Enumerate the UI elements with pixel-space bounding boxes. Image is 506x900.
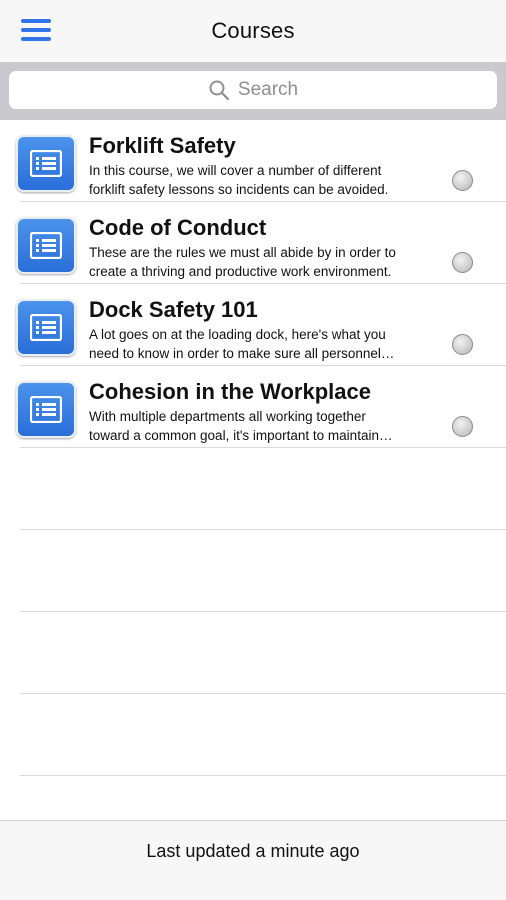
menu-line xyxy=(21,37,51,41)
completion-radio[interactable] xyxy=(452,416,473,437)
list-document-icon xyxy=(16,381,76,438)
course-row-forklift-safety[interactable]: Forklift Safety In this course, we will … xyxy=(16,120,506,202)
course-description: These are the rules we must all abide by… xyxy=(89,243,429,281)
search-icon xyxy=(209,80,229,101)
footer-status-bar: Last updated a minute ago xyxy=(0,820,506,900)
description-line: need to know in order to make sure all p… xyxy=(89,346,395,361)
courses-screen: Courses Search Forklift Safety In this c… xyxy=(0,0,506,900)
course-title: Code of Conduct xyxy=(89,215,267,240)
description-line: These are the rules we must all abide by… xyxy=(89,245,396,260)
description-line: forklift safety lessons so incidents can… xyxy=(89,182,389,197)
course-row-cohesion[interactable]: Cohesion in the Workplace With multiple … xyxy=(16,366,506,448)
description-line: create a thriving and productive work en… xyxy=(89,264,392,279)
course-description: With multiple departments all working to… xyxy=(89,407,429,445)
course-row-code-of-conduct[interactable]: Code of Conduct These are the rules we m… xyxy=(16,202,506,284)
course-description: In this course, we will cover a number o… xyxy=(89,161,429,199)
list-document-icon xyxy=(16,135,76,192)
search-input[interactable]: Search xyxy=(9,71,497,109)
hamburger-menu-icon[interactable] xyxy=(20,17,52,43)
page-title: Courses xyxy=(211,18,295,43)
list-document-icon xyxy=(16,217,76,274)
course-list: Forklift Safety In this course, we will … xyxy=(0,120,506,776)
menu-line xyxy=(21,28,51,32)
last-updated-text: Last updated a minute ago xyxy=(146,841,360,861)
description-line: toward a common goal, it's important to … xyxy=(89,428,393,443)
list-document-icon xyxy=(16,299,76,356)
course-title: Cohesion in the Workplace xyxy=(89,379,371,404)
empty-list-row xyxy=(20,612,506,694)
search-bar: Search xyxy=(0,62,506,120)
course-description: A lot goes on at the loading dock, here'… xyxy=(89,325,429,363)
completion-radio[interactable] xyxy=(452,252,473,273)
description-line: In this course, we will cover a number o… xyxy=(89,163,382,178)
description-line: With multiple departments all working to… xyxy=(89,409,366,424)
description-line: A lot goes on at the loading dock, here'… xyxy=(89,327,386,342)
course-row-dock-safety[interactable]: Dock Safety 101 A lot goes on at the loa… xyxy=(16,284,506,366)
menu-line xyxy=(21,19,51,23)
course-title: Forklift Safety xyxy=(89,133,236,158)
course-title: Dock Safety 101 xyxy=(89,297,258,322)
empty-list-row xyxy=(20,448,506,530)
completion-radio[interactable] xyxy=(452,334,473,355)
empty-list-row xyxy=(20,530,506,612)
empty-list-row xyxy=(20,694,506,776)
search-placeholder: Search xyxy=(237,79,299,100)
completion-radio[interactable] xyxy=(452,170,473,191)
nav-bar: Courses xyxy=(0,0,506,62)
